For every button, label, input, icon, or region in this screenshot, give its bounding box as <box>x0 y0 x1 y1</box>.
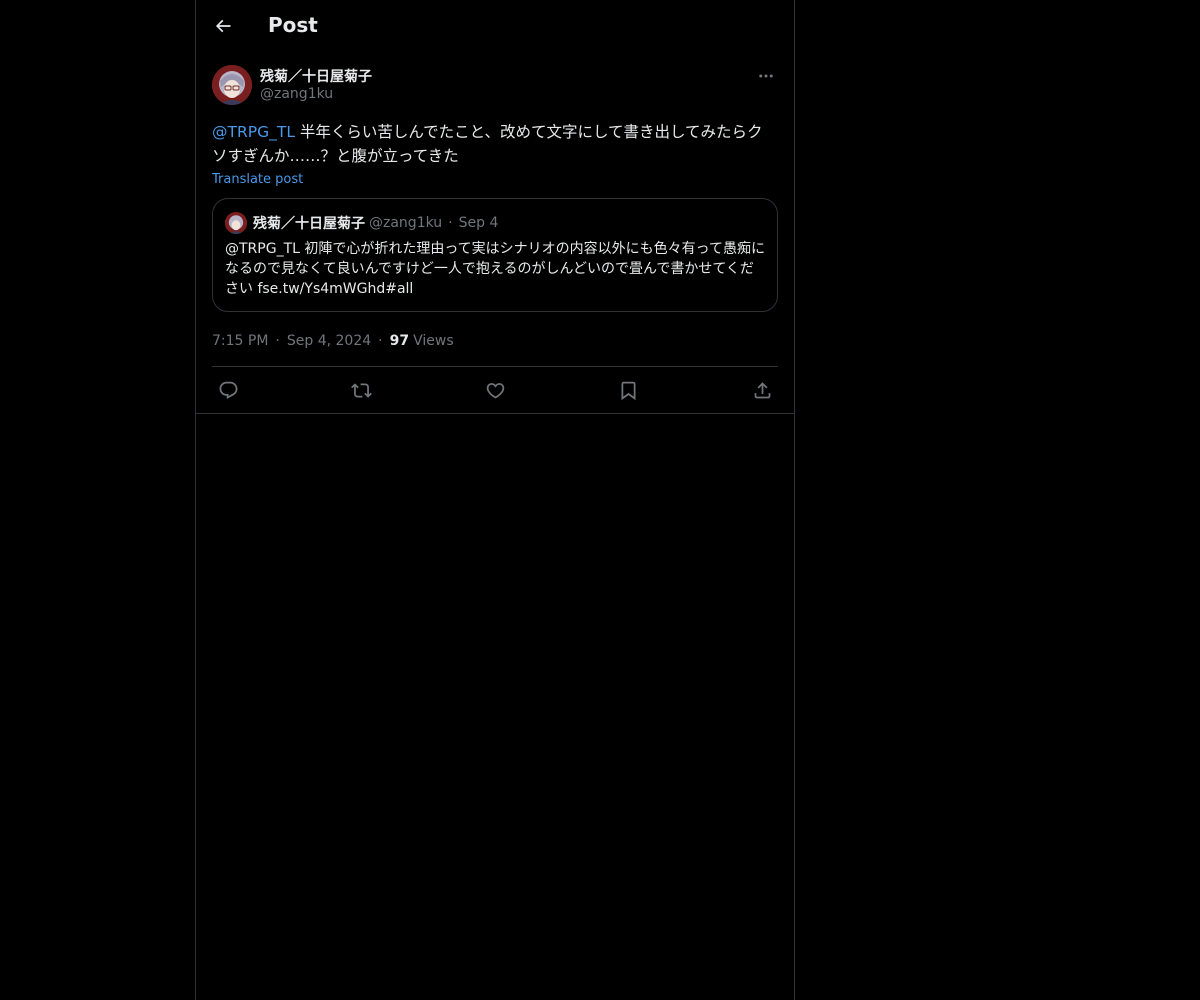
quote-author-handle: @zang1ku <box>369 215 443 231</box>
like-icon <box>486 382 504 399</box>
share-icon <box>754 381 770 398</box>
author-name[interactable]: 残菊／十日屋菊子 <box>260 66 372 86</box>
post-time[interactable]: 7:15 PM <box>212 333 268 349</box>
repost-button[interactable] <box>350 378 374 402</box>
main-column: Post 残菊／十日屋菊子 @zang1ku @TRPG_TL 半年くらい苦しん… <box>195 0 795 1000</box>
post-meta: 7:15 PM · Sep 4, 2024 · 97 Views <box>212 330 778 352</box>
meta-separator: · <box>275 333 280 349</box>
avatar-image <box>212 65 252 105</box>
reply-button[interactable] <box>216 378 240 402</box>
quote-date: Sep 4 <box>458 215 499 231</box>
quote-separator: · <box>448 215 453 231</box>
more-options-button[interactable] <box>754 64 778 88</box>
header: Post <box>196 0 794 54</box>
post-body: 半年くらい苦しんでたこと、改めて文字にして書き出してみたらクソすぎんか……？と腹… <box>212 123 763 165</box>
reply-icon <box>219 381 237 399</box>
arrow-left-icon <box>215 19 231 33</box>
more-dots-icon <box>759 74 773 78</box>
author-handle[interactable]: @zang1ku <box>260 86 333 102</box>
quote-avatar-image <box>225 212 247 234</box>
author-row: 残菊／十日屋菊子 @zang1ku <box>212 64 778 120</box>
quote-avatar <box>225 212 247 234</box>
bookmark-button[interactable] <box>617 378 641 402</box>
views-label: Views <box>413 333 454 349</box>
share-button[interactable] <box>750 378 774 402</box>
post-text: @TRPG_TL 半年くらい苦しんでたこと、改めて文字にして書き出してみたらクソ… <box>212 120 778 168</box>
quote-header: 残菊／十日屋菊子 @zang1ku · Sep 4 <box>225 211 765 235</box>
action-bar <box>212 367 778 413</box>
page-title: Post <box>268 13 318 37</box>
like-button[interactable] <box>483 378 507 402</box>
mention-link[interactable]: @TRPG_TL <box>212 123 295 141</box>
bottom-divider <box>196 413 794 414</box>
repost-icon <box>351 382 372 398</box>
post: 残菊／十日屋菊子 @zang1ku @TRPG_TL 半年くらい苦しんでたこと、… <box>196 64 794 414</box>
views-count: 97 <box>389 333 410 349</box>
quote-text: @TRPG_TL 初陣で心が折れた理由って実はシナリオの内容以外にも色々有って愚… <box>225 241 765 297</box>
avatar[interactable] <box>212 65 252 105</box>
meta-separator: · <box>378 333 383 349</box>
translate-post-link[interactable]: Translate post <box>212 172 303 187</box>
quoted-post[interactable]: 残菊／十日屋菊子 @zang1ku · Sep 4 @TRPG_TL 初陣で心が… <box>212 198 778 312</box>
post-date[interactable]: Sep 4, 2024 <box>287 333 371 349</box>
quote-author-name: 残菊／十日屋菊子 <box>253 216 365 232</box>
back-button[interactable] <box>208 11 238 41</box>
bookmark-icon <box>621 381 636 400</box>
